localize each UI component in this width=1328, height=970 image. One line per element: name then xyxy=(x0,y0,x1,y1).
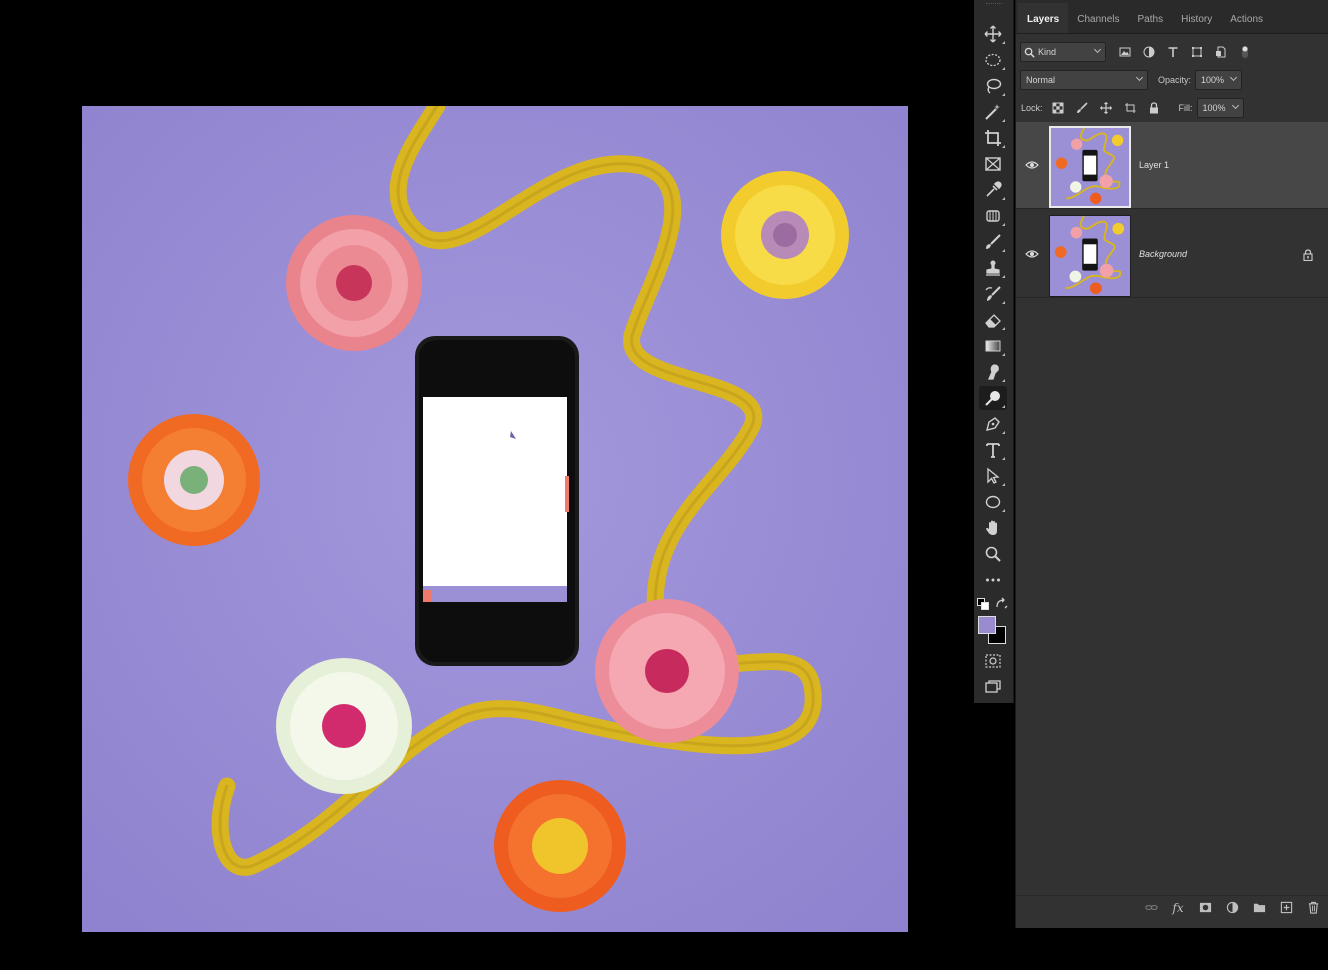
quick-mask-icon[interactable] xyxy=(979,649,1007,673)
fill-value: 100% xyxy=(1202,103,1226,113)
yellow-flower xyxy=(721,171,849,299)
layers-panel-footer: fx xyxy=(1016,895,1328,919)
layer-lock-icon[interactable] xyxy=(1303,249,1313,261)
tab-layers[interactable]: Layers xyxy=(1018,3,1069,33)
zoom-icon[interactable] xyxy=(979,542,1007,566)
lock-artboard-icon[interactable] xyxy=(1123,101,1137,115)
thumbnail-image xyxy=(1050,216,1130,296)
filter-type-icon[interactable] xyxy=(1166,45,1180,59)
delete-layer-icon[interactable] xyxy=(1305,900,1321,916)
lock-transparent-pixels-icon[interactable] xyxy=(1051,101,1065,115)
document-canvas[interactable] xyxy=(82,106,908,932)
fill-label: Fill: xyxy=(1178,103,1193,113)
fill-input[interactable]: 100% xyxy=(1196,98,1244,118)
eyedropper-icon[interactable] xyxy=(979,178,1007,202)
color-swatches xyxy=(974,594,1014,644)
phone xyxy=(415,336,579,666)
layer-row[interactable]: Layer 1 xyxy=(1016,122,1328,209)
lock-label: Lock: xyxy=(1021,103,1043,113)
opacity-input[interactable]: 100% xyxy=(1195,70,1243,90)
pink-flower xyxy=(286,215,422,351)
magic-wand-icon[interactable] xyxy=(979,100,1007,124)
panel-bottom-strip xyxy=(1015,928,1328,970)
clone-stamp-icon[interactable] xyxy=(979,256,1007,280)
layer-thumbnail xyxy=(1049,215,1131,297)
eraser-icon[interactable] xyxy=(979,308,1007,332)
spot-healing-icon[interactable] xyxy=(979,204,1007,228)
new-layer-icon[interactable] xyxy=(1278,900,1294,916)
filter-kind-dropdown[interactable]: Kind xyxy=(1020,42,1106,62)
gradient-icon[interactable] xyxy=(979,334,1007,358)
frame-icon[interactable] xyxy=(979,152,1007,176)
link-layers-icon[interactable] xyxy=(1143,900,1159,916)
white-flower xyxy=(276,658,412,794)
lock-image-pixels-icon[interactable] xyxy=(1075,101,1089,115)
default-colors-icon[interactable] xyxy=(977,598,989,610)
lock-position-icon[interactable] xyxy=(1099,101,1113,115)
visibility-eye-icon[interactable] xyxy=(1025,249,1039,259)
more-tools-icon[interactable] xyxy=(979,568,1007,592)
hand-icon[interactable] xyxy=(979,516,1007,540)
pink-flower-2 xyxy=(595,599,739,743)
layer-thumbnail xyxy=(1049,126,1131,208)
thumbnail-image xyxy=(1051,128,1129,206)
blend-opacity-row: Normal Opacity: 100% xyxy=(1016,69,1328,91)
path-selection-icon[interactable] xyxy=(979,464,1007,488)
layer-name[interactable]: Background xyxy=(1139,249,1187,259)
filter-shape-icon[interactable] xyxy=(1190,45,1204,59)
filter-smart-object-icon[interactable] xyxy=(1214,45,1228,59)
tools-panel xyxy=(974,0,1014,703)
swap-colors-icon[interactable] xyxy=(995,597,1008,610)
foreground-color-swatch[interactable] xyxy=(978,616,996,634)
opacity-label: Opacity: xyxy=(1158,75,1192,85)
filter-pixel-icon[interactable] xyxy=(1118,45,1132,59)
new-adjustment-layer-icon[interactable] xyxy=(1224,900,1240,916)
lock-fill-row: Lock: Fill: 100% xyxy=(1016,97,1328,119)
orange-flower xyxy=(128,414,260,546)
move-tool-icon[interactable] xyxy=(979,22,1007,46)
smudge-icon[interactable] xyxy=(979,360,1007,384)
layer-effects-icon[interactable]: fx xyxy=(1170,900,1186,916)
filter-adjustment-icon[interactable] xyxy=(1142,45,1156,59)
ellipse-shape-icon[interactable] xyxy=(979,490,1007,514)
tab-actions[interactable]: Actions xyxy=(1221,3,1272,33)
tab-channels[interactable]: Channels xyxy=(1068,3,1128,33)
lock-all-icon[interactable] xyxy=(1147,101,1161,115)
blend-mode-value: Normal xyxy=(1026,75,1056,85)
history-brush-icon[interactable] xyxy=(979,282,1007,306)
visibility-eye-icon[interactable] xyxy=(1025,160,1039,170)
brush-icon[interactable] xyxy=(979,230,1007,254)
screen-mode-icon[interactable] xyxy=(979,675,1007,699)
orange-flower-2 xyxy=(494,780,626,912)
tab-paths[interactable]: Paths xyxy=(1129,3,1173,33)
dodge-icon[interactable] xyxy=(979,386,1007,410)
layer-filter-row: Kind xyxy=(1016,41,1328,63)
new-group-icon[interactable] xyxy=(1251,900,1267,916)
toolbar-grip[interactable] xyxy=(986,3,1002,6)
blend-mode-dropdown[interactable]: Normal xyxy=(1020,70,1148,90)
tab-history[interactable]: History xyxy=(1172,3,1221,33)
layers-panel: Layers Channels Paths History Actions Ki… xyxy=(1015,0,1328,928)
layer-name[interactable]: Layer 1 xyxy=(1139,160,1169,170)
layer-row[interactable]: Background xyxy=(1016,211,1328,298)
add-mask-icon[interactable] xyxy=(1197,900,1213,916)
canvas-area[interactable] xyxy=(0,0,974,970)
photo-artwork xyxy=(82,106,908,932)
lasso-icon[interactable] xyxy=(979,74,1007,98)
crop-icon[interactable] xyxy=(979,126,1007,150)
panel-tabs: Layers Channels Paths History Actions xyxy=(1016,0,1328,34)
filter-toggle-icon[interactable] xyxy=(1238,45,1252,59)
filter-kind-label: Kind xyxy=(1038,47,1057,57)
pen-icon[interactable] xyxy=(979,412,1007,436)
elliptical-marquee-icon[interactable] xyxy=(979,48,1007,72)
search-icon xyxy=(1024,47,1035,58)
type-icon[interactable] xyxy=(979,438,1007,462)
opacity-value: 100% xyxy=(1201,75,1225,85)
